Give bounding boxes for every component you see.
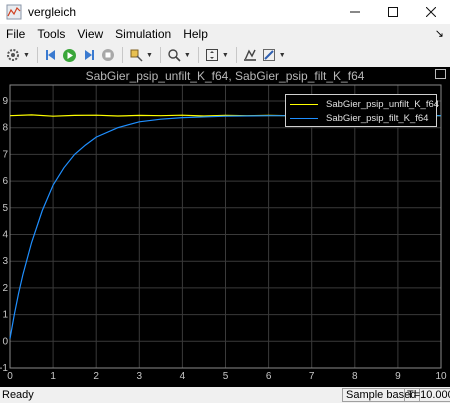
zoom-dropdown-icon[interactable]: ▼ [184, 52, 191, 59]
x-tick-label: 2 [93, 371, 99, 382]
status-text: Ready [2, 389, 34, 401]
step-back-button[interactable] [42, 46, 60, 64]
window-title: vergleich [28, 5, 77, 19]
maximize-icon [388, 7, 398, 17]
legend-entry-unfilt: SabGier_psip_unfilt_K_f64 [290, 98, 439, 110]
step-forward-button[interactable] [80, 46, 98, 64]
highlight-icon [130, 49, 143, 62]
maximize-button[interactable] [376, 0, 410, 24]
x-tick-label: 7 [309, 371, 315, 382]
status-bar: Ready Sample based T=10.000 [0, 387, 450, 403]
cursor-measure-button[interactable] [241, 46, 259, 64]
x-tick-label: 10 [435, 371, 447, 382]
menu-file[interactable]: File [0, 27, 31, 41]
x-tick-label: 6 [266, 371, 272, 382]
y-tick-label: 9 [2, 96, 8, 107]
menu-view[interactable]: View [71, 27, 109, 41]
toolbar-separator [121, 47, 123, 63]
y-tick-label: 8 [2, 123, 8, 134]
fit-to-view-button[interactable] [203, 46, 221, 64]
run-button[interactable] [61, 46, 79, 64]
scope-window: vergleich File Tools View Simulation Hel… [0, 0, 450, 403]
simulation-time: T=10.000 [404, 388, 450, 402]
run-icon [63, 48, 77, 62]
scope-display[interactable]: 012345678910-10123456789 SabGier_psip_un… [0, 67, 450, 387]
x-tick-label: 1 [50, 371, 56, 382]
undock-icon[interactable] [435, 69, 446, 79]
menu-bar: File Tools View Simulation Help ↘ [0, 24, 450, 44]
legend-label-unfilt: SabGier_psip_unfilt_K_f64 [326, 98, 440, 110]
x-tick-label: 0 [7, 371, 13, 382]
x-tick-label: 8 [352, 371, 358, 382]
menu-simulation[interactable]: Simulation [109, 27, 177, 41]
zoom-icon [168, 49, 181, 62]
legend-swatch-unfilt [290, 103, 318, 105]
legend[interactable]: SabGier_psip_unfilt_K_f64 SabGier_psip_f… [285, 94, 439, 127]
menu-tools[interactable]: Tools [31, 27, 71, 41]
settings-button[interactable] [4, 46, 22, 64]
step-forward-icon [84, 50, 94, 60]
toolbar-separator [159, 47, 161, 63]
y-tick-label: 0 [2, 336, 8, 347]
y-tick-label: 5 [2, 203, 8, 214]
y-tick-label: 2 [2, 283, 8, 294]
highlight-button[interactable] [127, 46, 145, 64]
gear-icon [7, 49, 19, 61]
zoom-button[interactable] [165, 46, 183, 64]
x-tick-label: 9 [395, 371, 401, 382]
y-tick-label: 3 [2, 256, 8, 267]
simulink-scope-icon [6, 4, 22, 20]
y-tick-label: 7 [2, 149, 8, 160]
settings-dropdown-icon[interactable]: ▼ [23, 52, 30, 59]
x-tick-label: 4 [180, 371, 186, 382]
dock-arrow-icon[interactable]: ↘ [435, 27, 444, 40]
highlight-dropdown-icon[interactable]: ▼ [146, 52, 153, 59]
minimize-icon [350, 11, 360, 13]
edit-dropdown-icon[interactable]: ▼ [279, 52, 286, 59]
edit-icon [262, 49, 275, 61]
x-tick-label: 3 [137, 371, 143, 382]
stop-icon [101, 49, 114, 61]
toolbar-separator [235, 47, 237, 63]
menu-help[interactable]: Help [177, 27, 214, 41]
legend-swatch-filt [290, 117, 318, 119]
plot-title: SabGier_psip_unfilt_K_f64, SabGier_psip_… [85, 69, 365, 83]
title-bar: vergleich [0, 0, 450, 24]
toolbar: ▼ ▼ ▼ ▼ ▼ [0, 44, 450, 66]
toolbar-separator [197, 47, 199, 63]
legend-label-filt: SabGier_psip_filt_K_f64 [326, 112, 429, 124]
y-tick-label: -1 [0, 363, 8, 374]
y-tick-label: 1 [2, 310, 8, 321]
close-button[interactable] [414, 0, 448, 24]
y-tick-label: 6 [2, 176, 8, 187]
close-icon [426, 7, 436, 17]
edit-button[interactable] [260, 46, 278, 64]
stop-button[interactable] [99, 46, 117, 64]
cursor-measure-icon [243, 49, 256, 61]
legend-entry-filt: SabGier_psip_filt_K_f64 [290, 112, 428, 124]
minimize-button[interactable] [338, 0, 372, 24]
y-tick-label: 4 [2, 230, 8, 241]
step-back-icon [45, 50, 55, 60]
toolbar-separator [36, 47, 38, 63]
x-tick-label: 5 [223, 371, 229, 382]
fit-dropdown-icon[interactable]: ▼ [222, 52, 229, 59]
fit-icon [205, 49, 218, 61]
